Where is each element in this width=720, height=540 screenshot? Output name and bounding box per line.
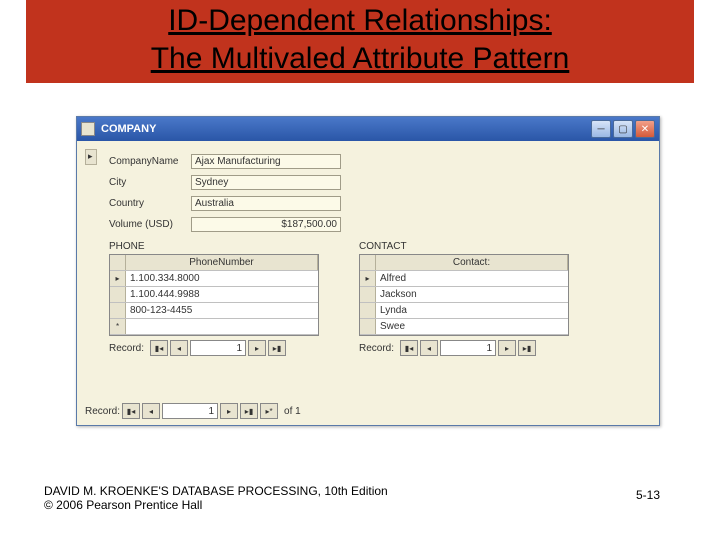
contact-cell[interactable]: Swee — [376, 319, 568, 334]
new-row-selector[interactable]: * — [110, 319, 126, 334]
nav-prev-button[interactable]: ◂ — [142, 403, 160, 419]
contact-label: CONTACT — [359, 241, 569, 252]
contact-cell[interactable]: Alfred — [376, 271, 568, 286]
maximize-button[interactable]: ▢ — [613, 120, 633, 138]
row-selector[interactable] — [360, 319, 376, 334]
record-number-field[interactable]: 1 — [440, 340, 496, 356]
phone-label: PHONE — [109, 241, 319, 252]
country-field[interactable]: Australia — [191, 196, 341, 211]
phone-subform: PHONE PhoneNumber ▸1.100.334.8000 1.100.… — [109, 241, 319, 356]
row-selector[interactable]: ▸ — [360, 271, 376, 286]
footer-line2: © 2006 Pearson Prentice Hall — [44, 498, 388, 512]
record-label: Record: — [359, 343, 394, 354]
row-selector[interactable] — [360, 287, 376, 302]
grid-corner — [110, 255, 126, 270]
title-line1: ID-Dependent Relationships: — [168, 4, 552, 37]
phone-cell[interactable]: 1.100.444.9988 — [126, 287, 318, 302]
phone-cell[interactable]: 1.100.334.8000 — [126, 271, 318, 286]
record-label: Record: — [109, 343, 144, 354]
phone-record-nav: Record: ▮◂ ◂ 1 ▸ ▸▮ — [109, 340, 319, 356]
nav-first-button[interactable]: ▮◂ — [400, 340, 418, 356]
nav-last-button[interactable]: ▸▮ — [518, 340, 536, 356]
page-number: 5-13 — [636, 488, 660, 502]
title-line2: The Multivaled Attribute Pattern — [151, 42, 570, 75]
minimize-button[interactable]: ─ — [591, 120, 611, 138]
volume-label: Volume (USD) — [109, 219, 191, 230]
close-button[interactable]: ✕ — [635, 120, 655, 138]
record-number-field[interactable]: 1 — [190, 340, 246, 356]
nav-last-button[interactable]: ▸▮ — [268, 340, 286, 356]
row-selector[interactable] — [360, 303, 376, 318]
nav-new-button[interactable]: ▸* — [260, 403, 278, 419]
nav-prev-button[interactable]: ◂ — [420, 340, 438, 356]
window-title: COMPANY — [101, 123, 591, 135]
city-field[interactable]: Sydney — [191, 175, 341, 190]
contact-record-nav: Record: ▮◂ ◂ 1 ▸ ▸▮ — [359, 340, 569, 356]
nav-prev-button[interactable]: ◂ — [170, 340, 188, 356]
window-titlebar[interactable]: COMPANY ─ ▢ ✕ — [77, 117, 659, 141]
phone-header: PhoneNumber — [126, 255, 318, 270]
city-label: City — [109, 177, 191, 188]
footer-line1: DAVID M. KROENKE'S DATABASE PROCESSING, … — [44, 484, 388, 498]
contact-cell[interactable]: Lynda — [376, 303, 568, 318]
volume-field[interactable]: $187,500.00 — [191, 217, 341, 232]
row-selector[interactable]: ▸ — [110, 271, 126, 286]
main-record-nav: Record: ▮◂ ◂ 1 ▸ ▸▮ ▸* of 1 — [85, 403, 301, 419]
record-number-field[interactable]: 1 — [162, 403, 218, 419]
contact-header: Contact: — [376, 255, 568, 270]
company-form-window: COMPANY ─ ▢ ✕ CompanyName Ajax Manufactu… — [76, 116, 660, 426]
phone-cell-new[interactable] — [126, 319, 318, 334]
country-label: Country — [109, 198, 191, 209]
company-name-field[interactable]: Ajax Manufacturing — [191, 154, 341, 169]
grid-corner — [360, 255, 376, 270]
slide-footer: DAVID M. KROENKE'S DATABASE PROCESSING, … — [44, 484, 388, 512]
record-label: Record: — [85, 406, 120, 417]
form-icon — [81, 122, 95, 136]
nav-next-button[interactable]: ▸ — [498, 340, 516, 356]
contact-grid[interactable]: Contact: ▸Alfred Jackson Lynda Swee — [359, 254, 569, 336]
nav-next-button[interactable]: ▸ — [248, 340, 266, 356]
nav-first-button[interactable]: ▮◂ — [122, 403, 140, 419]
slide-title: ID-Dependent Relationships: The Multival… — [26, 2, 694, 77]
nav-first-button[interactable]: ▮◂ — [150, 340, 168, 356]
slide-title-block: ID-Dependent Relationships: The Multival… — [26, 0, 694, 83]
phone-cell[interactable]: 800-123-4455 — [126, 303, 318, 318]
nav-next-button[interactable]: ▸ — [220, 403, 238, 419]
contact-cell[interactable]: Jackson — [376, 287, 568, 302]
record-of-text: of 1 — [284, 406, 301, 417]
company-name-label: CompanyName — [109, 156, 191, 167]
row-selector[interactable] — [110, 303, 126, 318]
phone-grid[interactable]: PhoneNumber ▸1.100.334.8000 1.100.444.99… — [109, 254, 319, 336]
row-selector[interactable] — [110, 287, 126, 302]
nav-last-button[interactable]: ▸▮ — [240, 403, 258, 419]
record-selector[interactable] — [85, 149, 97, 165]
contact-subform: CONTACT Contact: ▸Alfred Jackson Lynda S… — [359, 241, 569, 356]
